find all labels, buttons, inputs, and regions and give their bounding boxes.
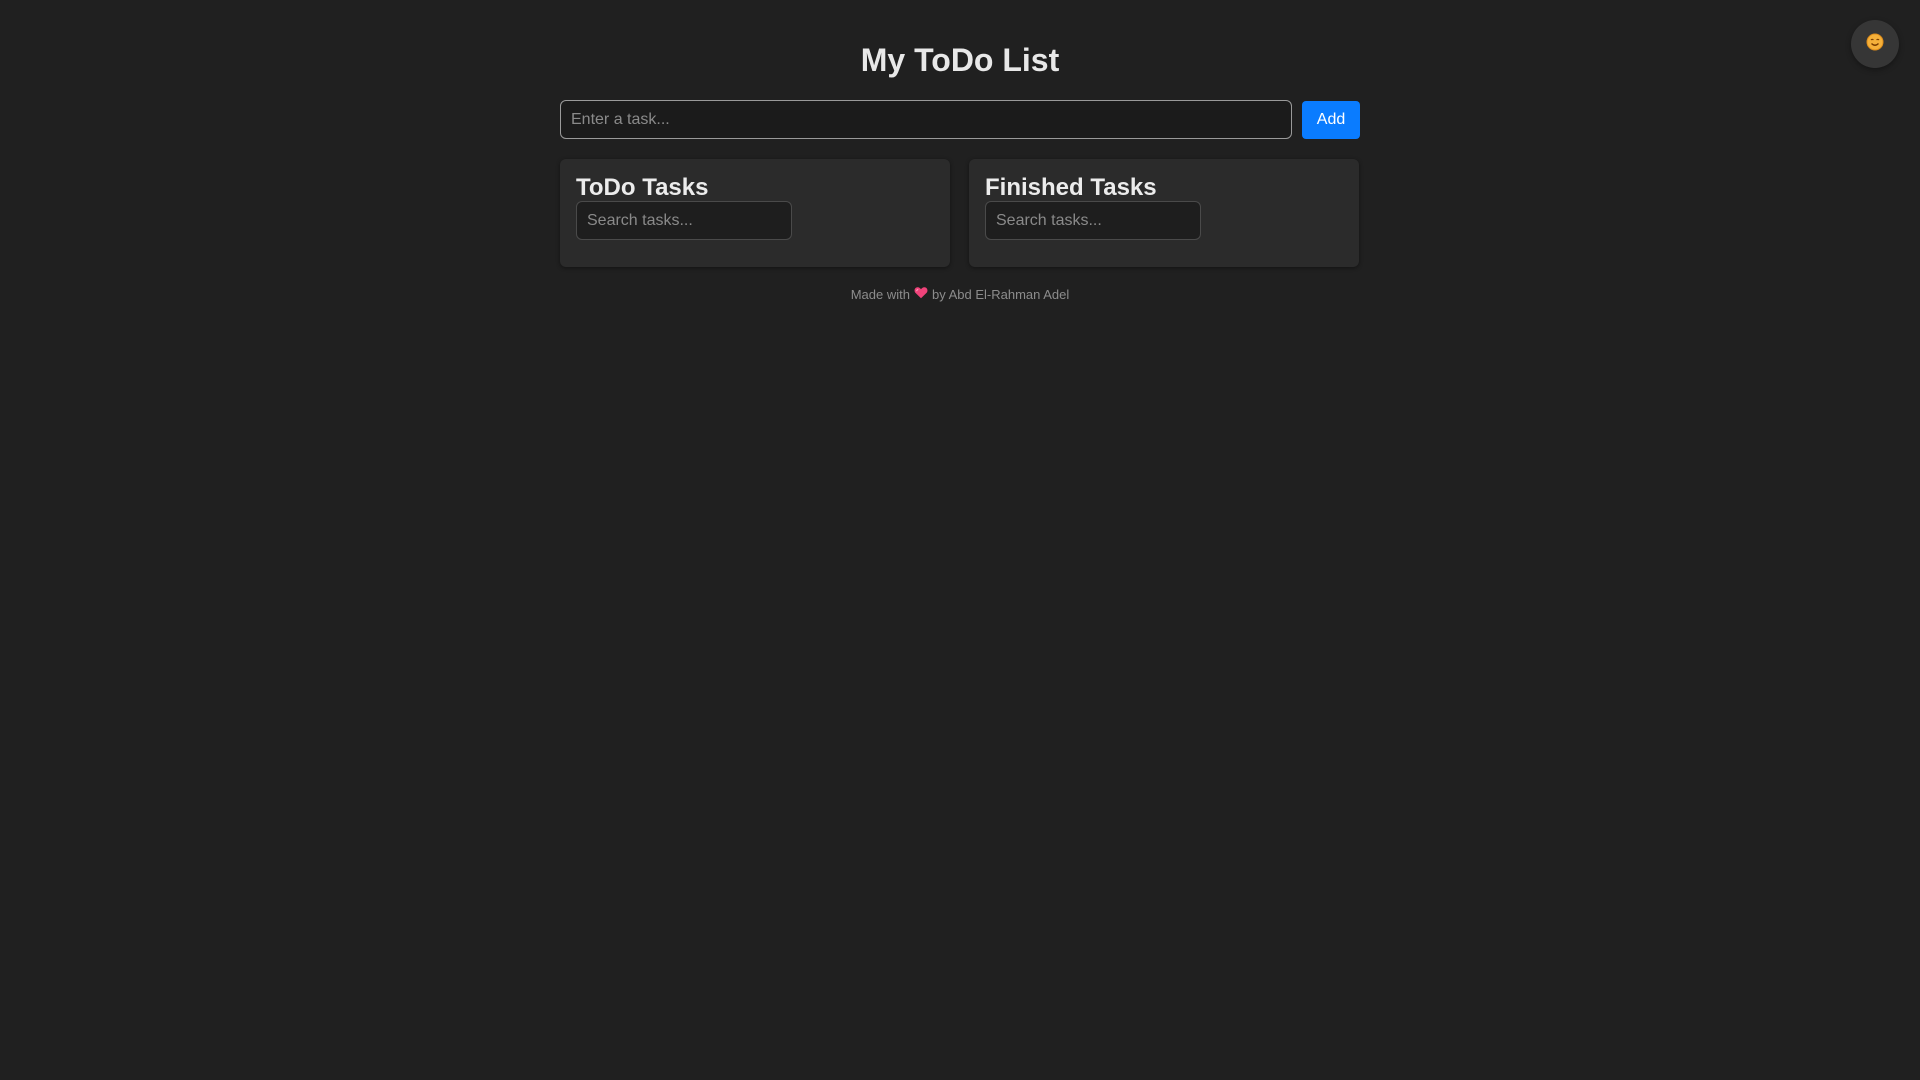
theme-toggle-button[interactable] [1851,20,1899,68]
sun-face-icon [1865,32,1885,57]
finished-tasks-title: Finished Tasks [985,174,1157,201]
finished-search-input[interactable] [985,201,1201,240]
todo-search-input[interactable] [576,201,792,240]
add-button[interactable]: Add [1302,100,1360,139]
footer-author: by Abd El-Rahman Adel [931,287,1070,302]
heart-icon [914,286,928,303]
app-container: My ToDo List Add ToDo Tasks Finished Tas… [560,0,1360,303]
todo-tasks-title: ToDo Tasks [576,174,709,201]
footer-prefix: Made with [850,287,910,302]
finished-tasks-panel: Finished Tasks [969,159,1359,267]
page-title: My ToDo List [860,42,1060,78]
task-columns: ToDo Tasks Finished Tasks [560,159,1360,267]
add-task-row: Add [560,100,1360,139]
todo-tasks-panel: ToDo Tasks [560,159,950,267]
task-input[interactable] [560,100,1292,139]
footer: Made with by Abd El-Rahman Adel [560,287,1360,303]
